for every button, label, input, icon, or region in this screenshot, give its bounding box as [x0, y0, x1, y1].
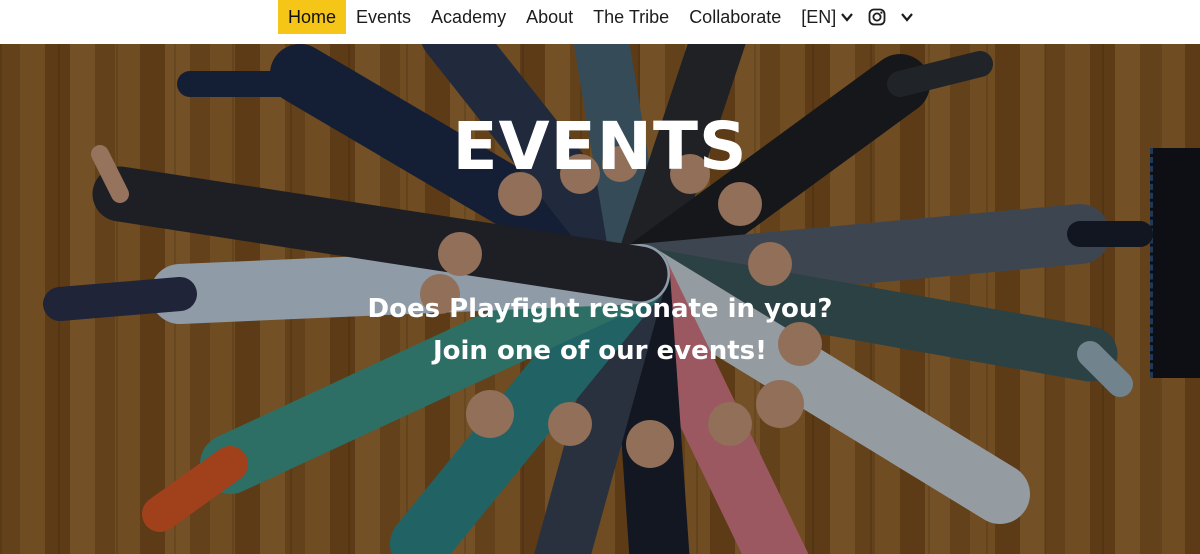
nav-item-collaborate[interactable]: Collaborate: [679, 0, 791, 34]
nav-item-about[interactable]: About: [516, 0, 583, 34]
hero-tagline-line1: Does Playfight resonate in you?: [367, 294, 833, 324]
social-icons: [864, 8, 914, 26]
nav-item-academy[interactable]: Academy: [421, 0, 516, 34]
nav-item-events[interactable]: Events: [346, 0, 421, 34]
hero-tagline-line2: Join one of our events!: [432, 336, 768, 366]
nav-item-home[interactable]: Home: [278, 0, 347, 34]
hero-banner: EVENTS Does Playfight resonate in you? J…: [0, 44, 1200, 554]
language-label: [EN]: [801, 6, 837, 27]
top-navigation: Home Events Academy About The Tribe Coll…: [0, 0, 1200, 44]
chevron-down-icon: [841, 13, 854, 22]
chevron-down-icon[interactable]: [900, 10, 914, 24]
page-title: EVENTS: [452, 108, 748, 185]
instagram-icon[interactable]: [868, 8, 886, 26]
nav-menu: Home Events Academy About The Tribe Coll…: [278, 0, 914, 34]
nav-item-the-tribe[interactable]: The Tribe: [583, 0, 679, 34]
language-selector[interactable]: [EN]: [791, 0, 864, 34]
